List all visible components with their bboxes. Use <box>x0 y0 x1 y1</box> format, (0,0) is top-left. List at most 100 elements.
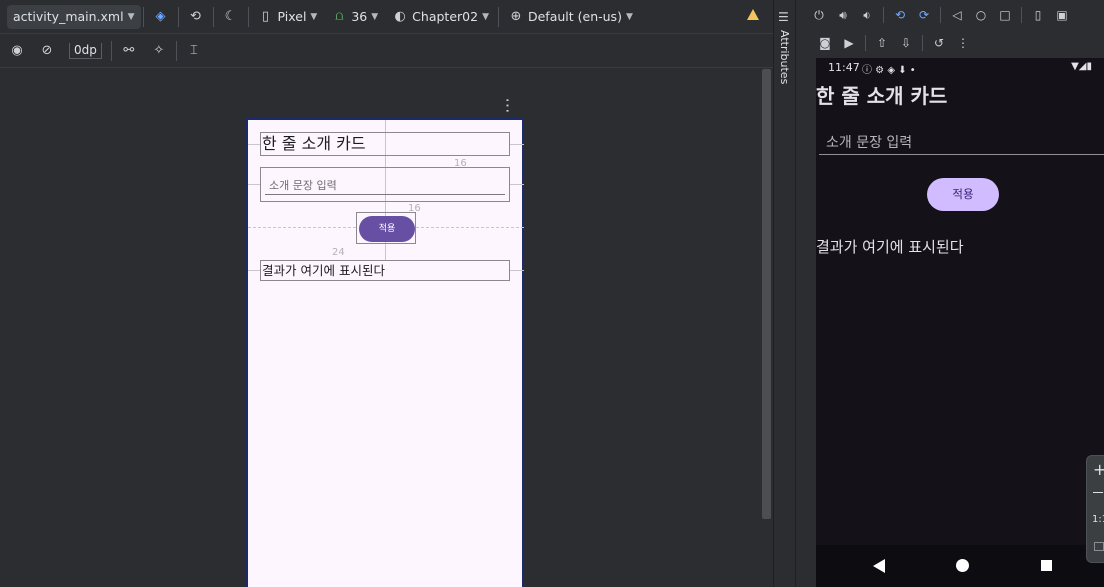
android-studio-window: activity_main.xml ▼ ◈ ⟲ ☾ ▯ Pixel ▼ ⩍ 36… <box>0 0 1104 587</box>
night-mode-button[interactable]: ☾ <box>216 5 246 29</box>
device-result-text: 결과가 여기에 표시된다 <box>816 238 964 256</box>
toolbar-separator <box>497 6 499 27</box>
fit-screen-icon[interactable] <box>1094 542 1104 551</box>
clear-constraints-button[interactable]: ⚯ <box>114 39 144 63</box>
locale-selector[interactable]: ⊕ Default (en-us) ▼ <box>501 5 640 29</box>
view-options-button[interactable]: ◉ <box>2 39 32 63</box>
signal-battery-icon: ▼◢▮ <box>1071 61 1092 72</box>
back-icon[interactable]: ◁ <box>946 8 968 22</box>
device-title: 한 줄 소개 카드 <box>816 84 948 108</box>
camera-icon[interactable]: ◙ <box>814 36 836 50</box>
locale-name: Default (en-us) <box>527 9 622 24</box>
zoom-in-icon[interactable]: + <box>1093 460 1104 479</box>
orientation-button[interactable]: ⟲ <box>181 5 211 29</box>
upload-icon[interactable]: ⇧ <box>871 36 893 50</box>
overview-icon[interactable]: □ <box>994 8 1016 22</box>
attributes-tab[interactable]: ☰ Attributes <box>773 0 796 587</box>
rotate-icon: ⟲ <box>190 8 201 24</box>
vertical-scrollbar[interactable] <box>762 69 771 519</box>
autoconnect-button[interactable]: ⊘ <box>32 39 62 63</box>
input-hint: 소개 문장 입력 <box>269 179 337 192</box>
toolbar-separator <box>922 35 923 51</box>
margin-label: 24 <box>332 247 345 258</box>
layout-editor: activity_main.xml ▼ ◈ ⟲ ☾ ▯ Pixel ▼ ⩍ 36… <box>0 0 773 587</box>
toolbar-separator <box>212 6 214 27</box>
constraint-guide <box>510 144 524 145</box>
chevron-down-icon: ▼ <box>127 11 135 22</box>
apply-button-bounds[interactable]: 적용 <box>356 212 416 244</box>
toolbar-separator <box>177 6 179 27</box>
title-textview[interactable]: 한 줄 소개 카드 <box>260 132 510 156</box>
toolbar-separator <box>110 41 112 61</box>
zoom-ratio[interactable]: 1:1 <box>1092 514 1104 525</box>
clear-constraints-icon: ⚯ <box>123 43 135 58</box>
design-surface-button[interactable]: ◈ <box>146 5 176 29</box>
toolbar-separator <box>940 7 941 23</box>
display-settings-icon[interactable]: ▣ <box>1051 8 1073 22</box>
constraint-spring <box>248 227 356 231</box>
toolbar-separator <box>247 6 249 27</box>
result-textview[interactable]: 결과가 여기에 표시된다 <box>260 260 510 281</box>
sliders-icon: ☰ <box>778 10 789 24</box>
toolbar-separator <box>883 7 884 23</box>
rotate-left-icon[interactable]: ⟲ <box>889 8 911 22</box>
file-name: activity_main.xml <box>13 9 124 24</box>
baseline-icon: ⌶ <box>189 43 198 58</box>
emulator-screen[interactable]: 11:47 ⓘ ⚙ ◈ ⬇ • ▼◢▮ 한 줄 소개 카드 소개 문장 입력 적… <box>816 58 1104 587</box>
file-selector[interactable]: activity_main.xml ▼ <box>7 4 141 29</box>
theme-selector[interactable]: ◐ Chapter02 ▼ <box>385 5 496 29</box>
snapshot-icon[interactable]: ↺ <box>928 36 950 50</box>
layers-icon: ◈ <box>155 8 166 24</box>
toolbar-separator <box>1021 7 1022 23</box>
more-icon[interactable]: ⋮ <box>952 36 974 50</box>
status-bar: 11:47 ⓘ ⚙ ◈ ⬇ • ▼◢▮ <box>816 58 1104 78</box>
input-underline <box>265 194 505 195</box>
magnet-off-icon: ⊘ <box>41 43 53 58</box>
emulator-toolbar-primary: ⏻ 🔊︎ 🔉︎ ⟲ ⟳ ◁ ○ □ ▯ ▣ <box>796 0 1104 30</box>
warning-icon[interactable] <box>747 9 759 20</box>
eye-icon: ◉ <box>11 43 23 58</box>
constraint-spring <box>416 227 524 231</box>
nav-back-icon[interactable] <box>873 559 885 573</box>
infer-constraints-button[interactable]: ✧ <box>144 39 174 63</box>
device-input-underline <box>819 154 1104 155</box>
device-input-hint[interactable]: 소개 문장 입력 <box>826 132 912 152</box>
volume-down-icon[interactable]: 🔉︎ <box>856 8 878 23</box>
volume-up-icon[interactable]: 🔊︎ <box>832 8 854 23</box>
chevron-down-icon: ▼ <box>371 11 379 22</box>
constraint-guide <box>248 270 260 271</box>
default-margin-button[interactable]: 0dp <box>62 39 109 63</box>
notification-icons: ⓘ ⚙ ◈ ⬇ • <box>862 65 916 76</box>
apply-button[interactable]: 적용 <box>359 216 415 242</box>
download-icon[interactable]: ⇩ <box>895 36 917 50</box>
zoom-out-icon[interactable] <box>1093 492 1103 493</box>
power-icon[interactable]: ⏻ <box>808 8 830 23</box>
device-frame-icon[interactable]: ▯ <box>1027 8 1049 22</box>
phone-icon: ▯ <box>261 8 270 24</box>
device-apply-button[interactable]: 적용 <box>927 178 999 211</box>
device-selector[interactable]: ▯ Pixel ▼ <box>251 5 325 29</box>
margin-value: 0dp <box>69 43 102 59</box>
device-name: Pixel <box>277 9 307 24</box>
home-icon[interactable]: ○ <box>970 8 992 22</box>
editor-toolbar-secondary: ◉ ⊘ 0dp ⚯ ✧ ⌶ ? <box>0 35 773 96</box>
api-level-selector[interactable]: ⩍ 36 ▼ <box>324 5 385 29</box>
status-time: 11:47 <box>828 61 860 74</box>
zoom-controls: + 1:1 <box>1086 455 1104 563</box>
moon-icon: ☾ <box>224 8 237 24</box>
chevron-down-icon: ▼ <box>310 11 318 22</box>
nav-recents-icon[interactable] <box>1041 560 1052 571</box>
intro-edittext[interactable]: 소개 문장 입력 <box>260 167 510 202</box>
constraint-guide <box>510 270 524 271</box>
more-options-icon[interactable]: … <box>503 98 522 114</box>
globe-icon: ⊕ <box>510 8 522 24</box>
toolbar-separator <box>865 35 866 51</box>
constraint-guide <box>248 184 260 185</box>
toolbar-separator <box>142 6 144 27</box>
chevron-down-icon: ▼ <box>482 11 489 22</box>
nav-home-icon[interactable] <box>956 559 969 572</box>
rotate-right-icon[interactable]: ⟳ <box>913 8 935 22</box>
guidelines-button[interactable]: ⌶ <box>179 39 209 63</box>
record-icon[interactable]: ▶ <box>838 36 860 50</box>
design-preview: 16 16 24 한 줄 소개 카드 소개 문장 입력 적용 결과가 여기에 표… <box>246 118 524 587</box>
